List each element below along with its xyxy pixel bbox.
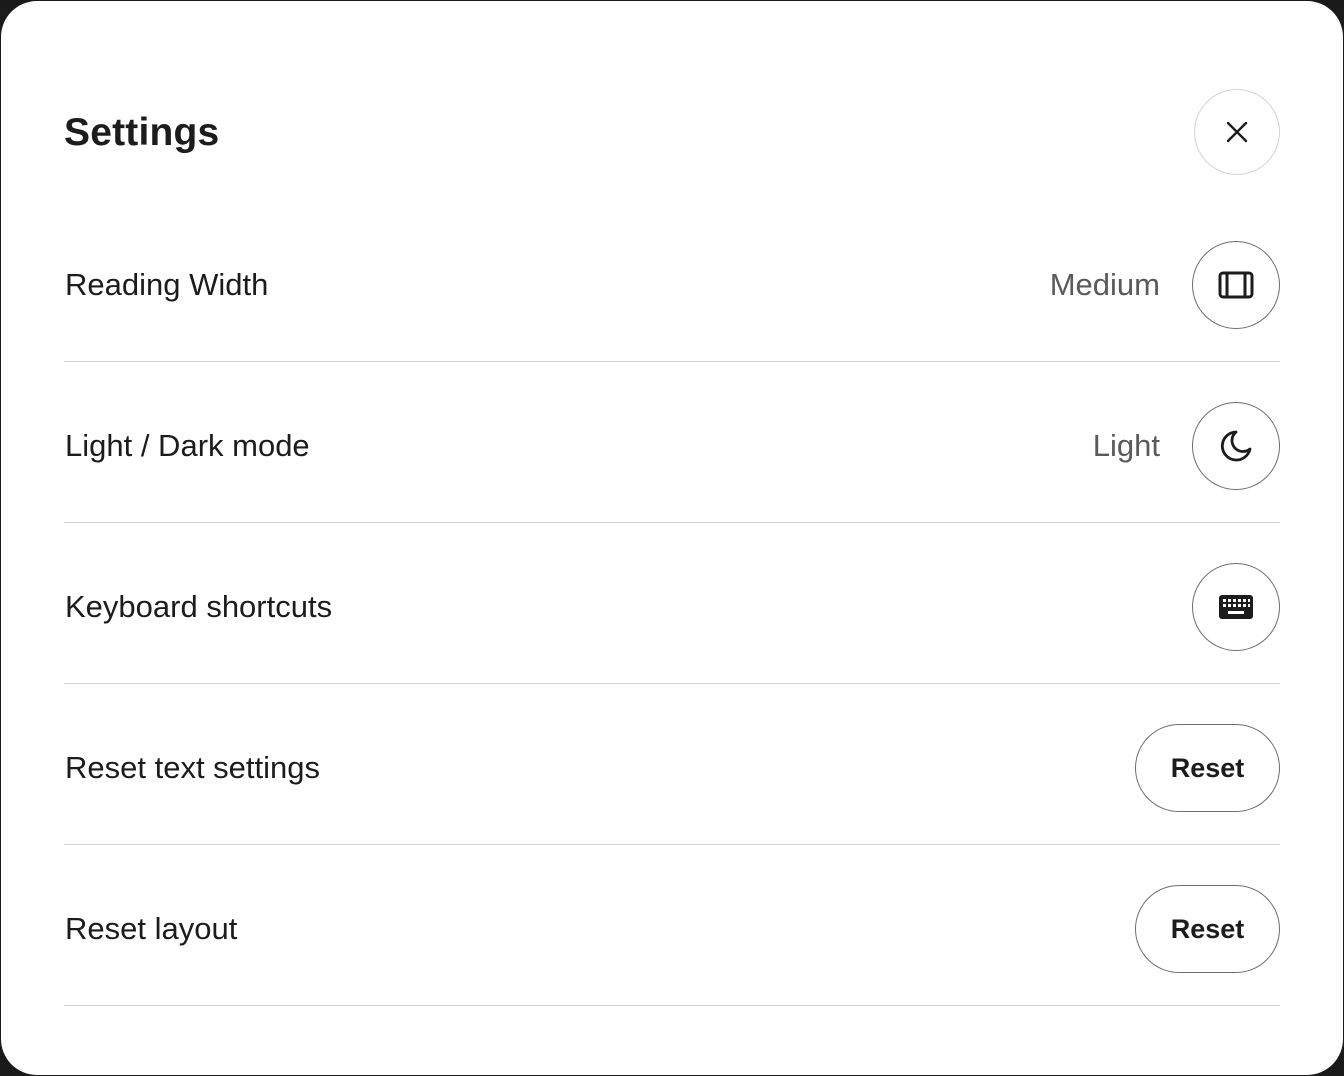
setting-row-reset-text: Reset text settings Reset [64,684,1280,845]
dialog-header: Settings [64,89,1280,177]
keyboard-shortcuts-button[interactable] [1192,563,1280,651]
setting-row-reset-layout: Reset layout Reset [64,845,1280,1006]
reading-width-button[interactable] [1192,241,1280,329]
reset-layout-button[interactable]: Reset [1135,885,1280,973]
theme-toggle-button[interactable] [1192,402,1280,490]
moon-icon [1219,429,1253,463]
settings-dialog: Settings Reading Width Medium Light / Da… [1,1,1343,1075]
dialog-title: Settings [64,111,220,154]
close-button[interactable] [1194,89,1280,175]
setting-value: Light [1092,428,1160,463]
keyboard-icon [1218,594,1254,620]
setting-row-keyboard-shortcuts: Keyboard shortcuts [64,523,1280,684]
setting-label: Light / Dark mode [65,428,310,463]
settings-list: Reading Width Medium Light / Dark mode L… [64,201,1280,1006]
setting-label: Reset layout [65,911,238,946]
setting-label: Reading Width [65,267,269,302]
setting-row-theme: Light / Dark mode Light [64,362,1280,523]
setting-value: Medium [1049,267,1160,302]
reset-text-settings-button[interactable]: Reset [1135,724,1280,812]
setting-row-reading-width: Reading Width Medium [64,201,1280,362]
setting-label: Reset text settings [65,750,321,785]
close-icon [1226,121,1248,143]
setting-label: Keyboard shortcuts [65,589,333,624]
reading-width-icon [1218,271,1254,299]
